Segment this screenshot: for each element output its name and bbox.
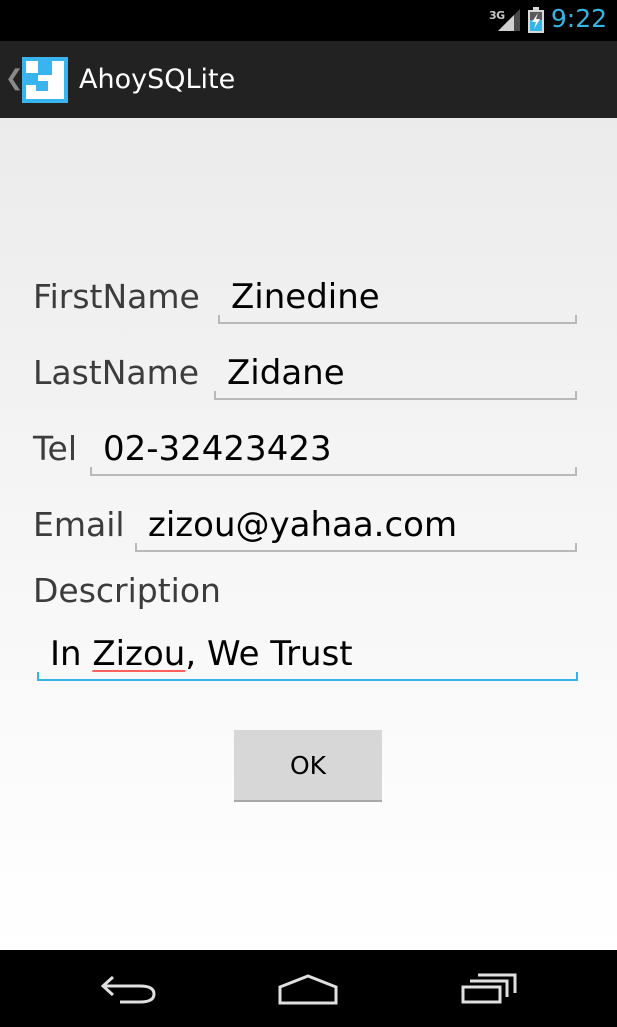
description-text-start: In bbox=[50, 634, 93, 674]
tel-value: 02-32423423 bbox=[103, 429, 332, 469]
status-bar: 3G 9:22 bbox=[0, 0, 617, 41]
up-navigation-icon[interactable]: ❮ bbox=[5, 65, 23, 93]
email-input[interactable]: zizou@yahaa.com bbox=[135, 502, 577, 552]
first-name-input[interactable]: Zinedine bbox=[218, 274, 577, 324]
ok-button[interactable]: OK bbox=[234, 730, 382, 802]
first-name-value: Zinedine bbox=[231, 277, 380, 317]
app-title: AhoySQLite bbox=[79, 64, 236, 95]
battery-charging-icon bbox=[528, 7, 544, 33]
first-name-label: FirstName bbox=[33, 277, 200, 316]
description-input[interactable]: In Zizou, We Trust bbox=[37, 631, 578, 681]
tel-row: Tel 02-32423423 bbox=[33, 426, 577, 486]
first-name-row: FirstName Zinedine bbox=[33, 274, 577, 334]
last-name-label: LastName bbox=[33, 353, 200, 392]
email-value: zizou@yahaa.com bbox=[148, 505, 458, 545]
tel-input[interactable]: 02-32423423 bbox=[90, 426, 577, 476]
last-name-value: Zidane bbox=[227, 353, 345, 393]
app-logo-icon[interactable] bbox=[22, 57, 68, 103]
description-text-end: , We Trust bbox=[185, 634, 353, 674]
description-label: Description bbox=[33, 571, 221, 610]
misspelled-word[interactable]: Zizou bbox=[92, 634, 185, 674]
phone-screen: 3G 9:22 ❮ AhoySQLite FirstName Zinedine … bbox=[0, 0, 617, 1027]
last-name-input[interactable]: Zidane bbox=[214, 350, 577, 400]
navigation-bar bbox=[0, 950, 617, 1027]
last-name-row: LastName Zidane bbox=[33, 350, 577, 410]
signal-icon bbox=[498, 9, 520, 31]
email-label: Email bbox=[33, 505, 125, 544]
email-row: Email zizou@yahaa.com bbox=[33, 502, 577, 562]
tel-label: Tel bbox=[33, 429, 78, 468]
clock: 9:22 bbox=[550, 4, 607, 33]
description-value: In Zizou, We Trust bbox=[50, 631, 353, 677]
home-icon[interactable] bbox=[277, 973, 339, 1007]
back-icon[interactable] bbox=[100, 973, 158, 1007]
form-content: FirstName Zinedine LastName Zidane Tel 0… bbox=[0, 118, 617, 950]
recent-apps-icon[interactable] bbox=[460, 972, 520, 1006]
action-bar: ❮ AhoySQLite bbox=[0, 41, 617, 118]
